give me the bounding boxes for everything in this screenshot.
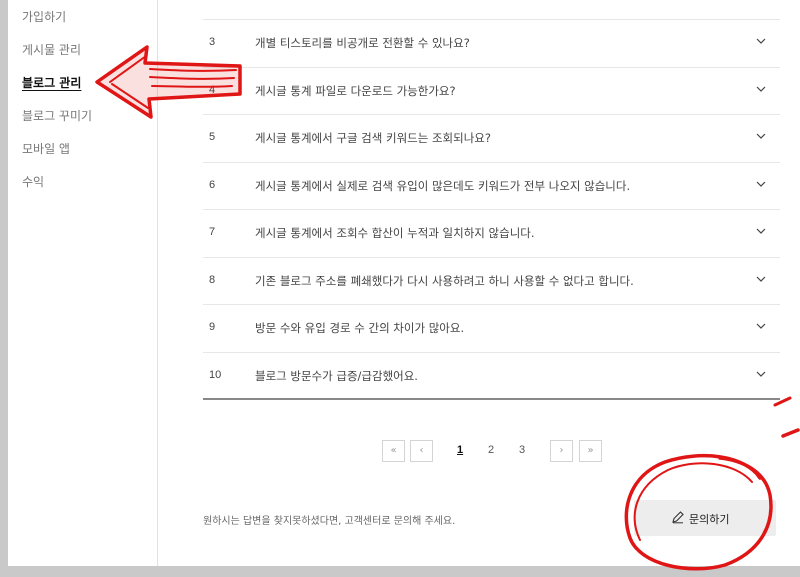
pagination: « ‹ 1 2 3 › »: [382, 440, 622, 464]
sidebar-item-revenue[interactable]: 수익: [22, 173, 44, 190]
faq-question: 게시글 통계 파일로 다운로드 가능한가요?: [255, 83, 456, 98]
inquiry-button[interactable]: 문의하기: [634, 500, 776, 536]
next-page-button[interactable]: ›: [550, 440, 573, 462]
sidebar-item-blog-design[interactable]: 블로그 꾸미기: [22, 107, 92, 124]
chevron-down-icon[interactable]: [756, 226, 766, 236]
page-2[interactable]: 2: [488, 444, 494, 456]
page-1[interactable]: 1: [457, 444, 463, 456]
sidebar: 가입하기 게시물 관리 블로그 관리 블로그 꾸미기 모바일 앱 수익: [8, 0, 158, 566]
pencil-icon: [672, 511, 684, 524]
faq-number: 10: [209, 368, 222, 381]
sidebar-item-signup[interactable]: 가입하기: [22, 8, 66, 25]
faq-question: 게시글 통계에서 구글 검색 키워드는 조회되나요?: [255, 131, 491, 145]
chevron-down-icon[interactable]: [756, 179, 766, 189]
help-text: 원하시는 답변을 찾지못하셨다면, 고객센터로 문의해 주세요.: [203, 516, 456, 527]
help-center-page: 가입하기 게시물 관리 블로그 관리 블로그 꾸미기 모바일 앱 수익 3 개별…: [8, 0, 800, 566]
faq-item[interactable]: 8 기존 블로그 주소를 폐쇄했다가 다시 사용하려고 하니 사용할 수 없다고…: [203, 256, 780, 305]
faq-number: 4: [209, 83, 216, 96]
page-3[interactable]: 3: [519, 444, 525, 456]
faq-question: 기존 블로그 주소를 폐쇄했다가 다시 사용하려고 하니 사용할 수 없다고 합…: [255, 273, 634, 288]
faq-list: 3 개별 티스토리를 비공개로 전환할 수 있나요? 4 게시글 통계 파일로 …: [203, 19, 780, 400]
first-page-button[interactable]: «: [382, 440, 405, 462]
faq-question: 게시글 통계에서 조회수 합산이 누적과 일치하지 않습니다.: [255, 226, 535, 240]
faq-number: 5: [209, 131, 216, 143]
chevron-down-icon[interactable]: [756, 84, 766, 94]
sidebar-item-post-management[interactable]: 게시물 관리: [22, 41, 81, 58]
chevron-down-icon[interactable]: [756, 36, 766, 46]
faq-number: 3: [209, 36, 216, 48]
faq-item[interactable]: 9 방문 수와 유입 경로 수 간의 차이가 많아요.: [203, 304, 780, 352]
sidebar-item-blog-management[interactable]: 블로그 관리: [22, 74, 81, 91]
faq-item[interactable]: 4 게시글 통계 파일로 다운로드 가능한가요?: [203, 66, 780, 115]
chevron-down-icon[interactable]: [756, 321, 766, 331]
faq-item[interactable]: 5 게시글 통계에서 구글 검색 키워드는 조회되나요?: [203, 114, 780, 162]
chevron-down-icon[interactable]: [756, 274, 766, 284]
faq-number: 6: [209, 178, 216, 191]
faq-question: 블로그 방문수가 급증/급감했어요.: [255, 368, 418, 383]
faq-item[interactable]: 7 게시글 통계에서 조회수 합산이 누적과 일치하지 않습니다.: [203, 209, 780, 257]
faq-question: 방문 수와 유입 경로 수 간의 차이가 많아요.: [255, 321, 465, 335]
faq-question: 개별 티스토리를 비공개로 전환할 수 있나요?: [255, 36, 470, 50]
faq-question: 게시글 통계에서 실제로 검색 유입이 많은데도 키워드가 전부 나오지 않습니…: [255, 178, 631, 193]
inquiry-button-label: 문의하기: [689, 513, 730, 526]
faq-item[interactable]: 10 블로그 방문수가 급증/급감했어요.: [203, 351, 780, 400]
faq-item[interactable]: 6 게시글 통계에서 실제로 검색 유입이 많은데도 키워드가 전부 나오지 않…: [203, 161, 780, 210]
faq-number: 9: [209, 321, 216, 333]
last-page-button[interactable]: »: [579, 440, 602, 462]
chevron-down-icon[interactable]: [756, 369, 766, 379]
faq-item[interactable]: 3 개별 티스토리를 비공개로 전환할 수 있나요?: [203, 19, 780, 67]
prev-page-button[interactable]: ‹: [410, 440, 433, 462]
faq-number: 7: [209, 226, 216, 238]
sidebar-item-mobile-app[interactable]: 모바일 앱: [22, 140, 70, 157]
chevron-down-icon[interactable]: [756, 131, 766, 141]
faq-number: 8: [209, 273, 216, 286]
